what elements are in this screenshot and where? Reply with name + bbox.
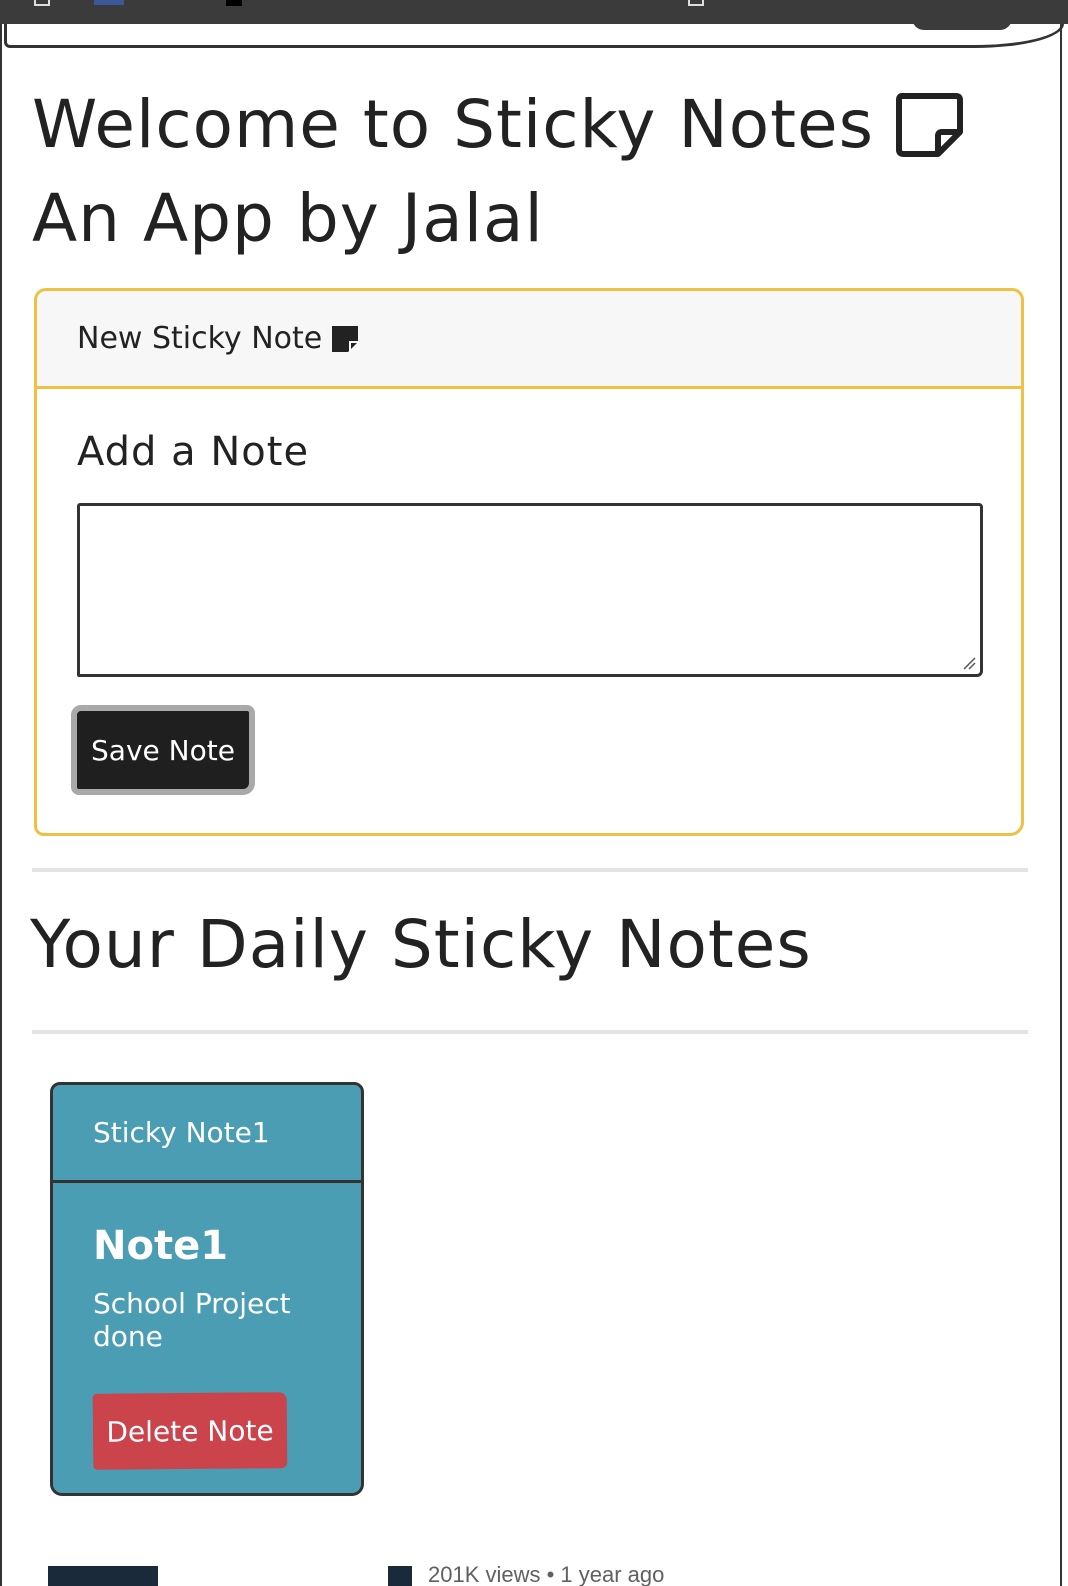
tab-icon	[688, 0, 704, 6]
main-container: Welcome to Sticky Notes An App by Jalal …	[30, 48, 1028, 1496]
sticky-note-filled-icon	[330, 324, 360, 354]
sticky-note-card: Sticky Note1 Note1 School Project done D…	[50, 1082, 364, 1496]
add-note-title: Add a Note	[77, 429, 310, 475]
channel-avatar[interactable]	[388, 1566, 412, 1586]
tab-icon	[226, 0, 242, 6]
sticky-note-title: Note1	[93, 1223, 229, 1269]
sticky-note-outline-icon	[894, 90, 964, 160]
video-thumbnail[interactable]	[48, 1566, 158, 1586]
sticky-note-text: School Project done	[93, 1287, 291, 1353]
new-note-header-label: New Sticky Note	[77, 321, 323, 356]
page-title-line2: An App by Jalal	[32, 180, 544, 257]
facebook-icon	[94, 0, 124, 5]
save-note-button[interactable]: Save Note	[71, 705, 255, 795]
delete-note-button[interactable]: Delete Note	[92, 1392, 288, 1470]
sticky-note-body: Note1 School Project done Delete Note	[53, 1183, 361, 1470]
note-textarea[interactable]	[80, 506, 980, 674]
new-note-card-body: Add a Note Save Note	[37, 389, 1021, 795]
divider	[32, 868, 1028, 872]
video-meta: 201K views • 1 year ago	[428, 1566, 665, 1586]
browser-top-strip	[0, 0, 1068, 24]
background-page-peek: 201K views • 1 year ago	[0, 1566, 1068, 1586]
navbar	[4, 24, 1064, 48]
note-textarea-wrapper	[77, 503, 983, 677]
divider	[32, 1030, 1028, 1034]
navbar-search-pill[interactable]	[912, 18, 1012, 30]
tab-icon	[34, 0, 50, 6]
new-note-card: New Sticky Note Add a Note Save Note	[34, 288, 1024, 836]
page-title-line1: Welcome to Sticky Notes	[32, 86, 875, 163]
new-note-card-header: New Sticky Note	[37, 291, 1021, 389]
page-title: Welcome to Sticky Notes An App by Jalal	[32, 78, 1028, 266]
sticky-note-header: Sticky Note1	[53, 1085, 361, 1183]
resize-grip-icon[interactable]	[962, 656, 976, 670]
section-title: Your Daily Sticky Notes	[30, 906, 812, 983]
